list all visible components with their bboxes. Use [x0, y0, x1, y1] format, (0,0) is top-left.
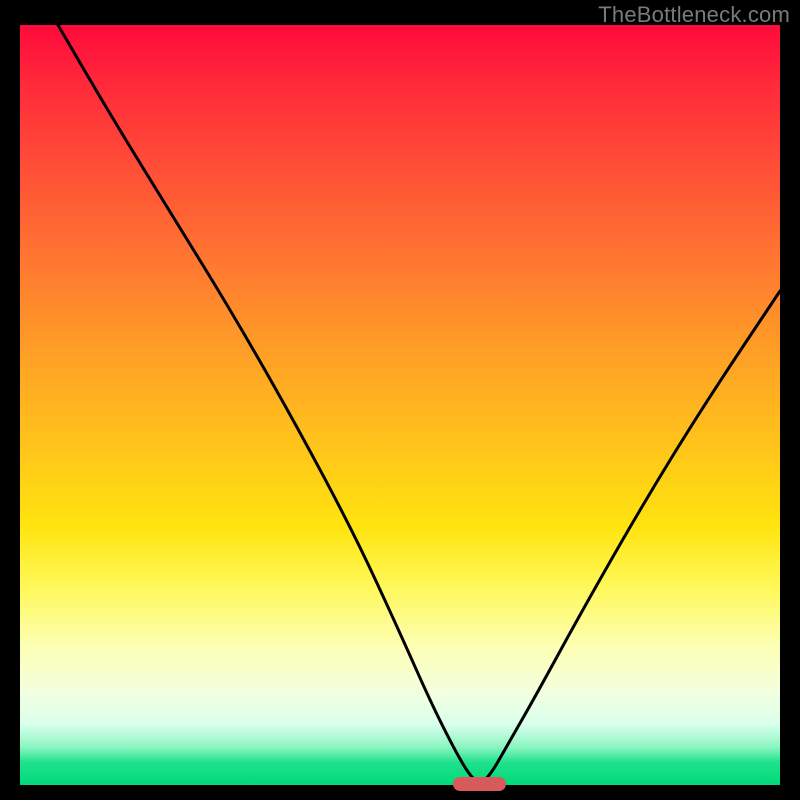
chart-frame: TheBottleneck.com	[0, 0, 800, 800]
bottleneck-curve-path	[58, 25, 780, 782]
min-marker	[453, 777, 506, 791]
curve-svg	[20, 25, 780, 785]
plot-area	[20, 25, 780, 785]
